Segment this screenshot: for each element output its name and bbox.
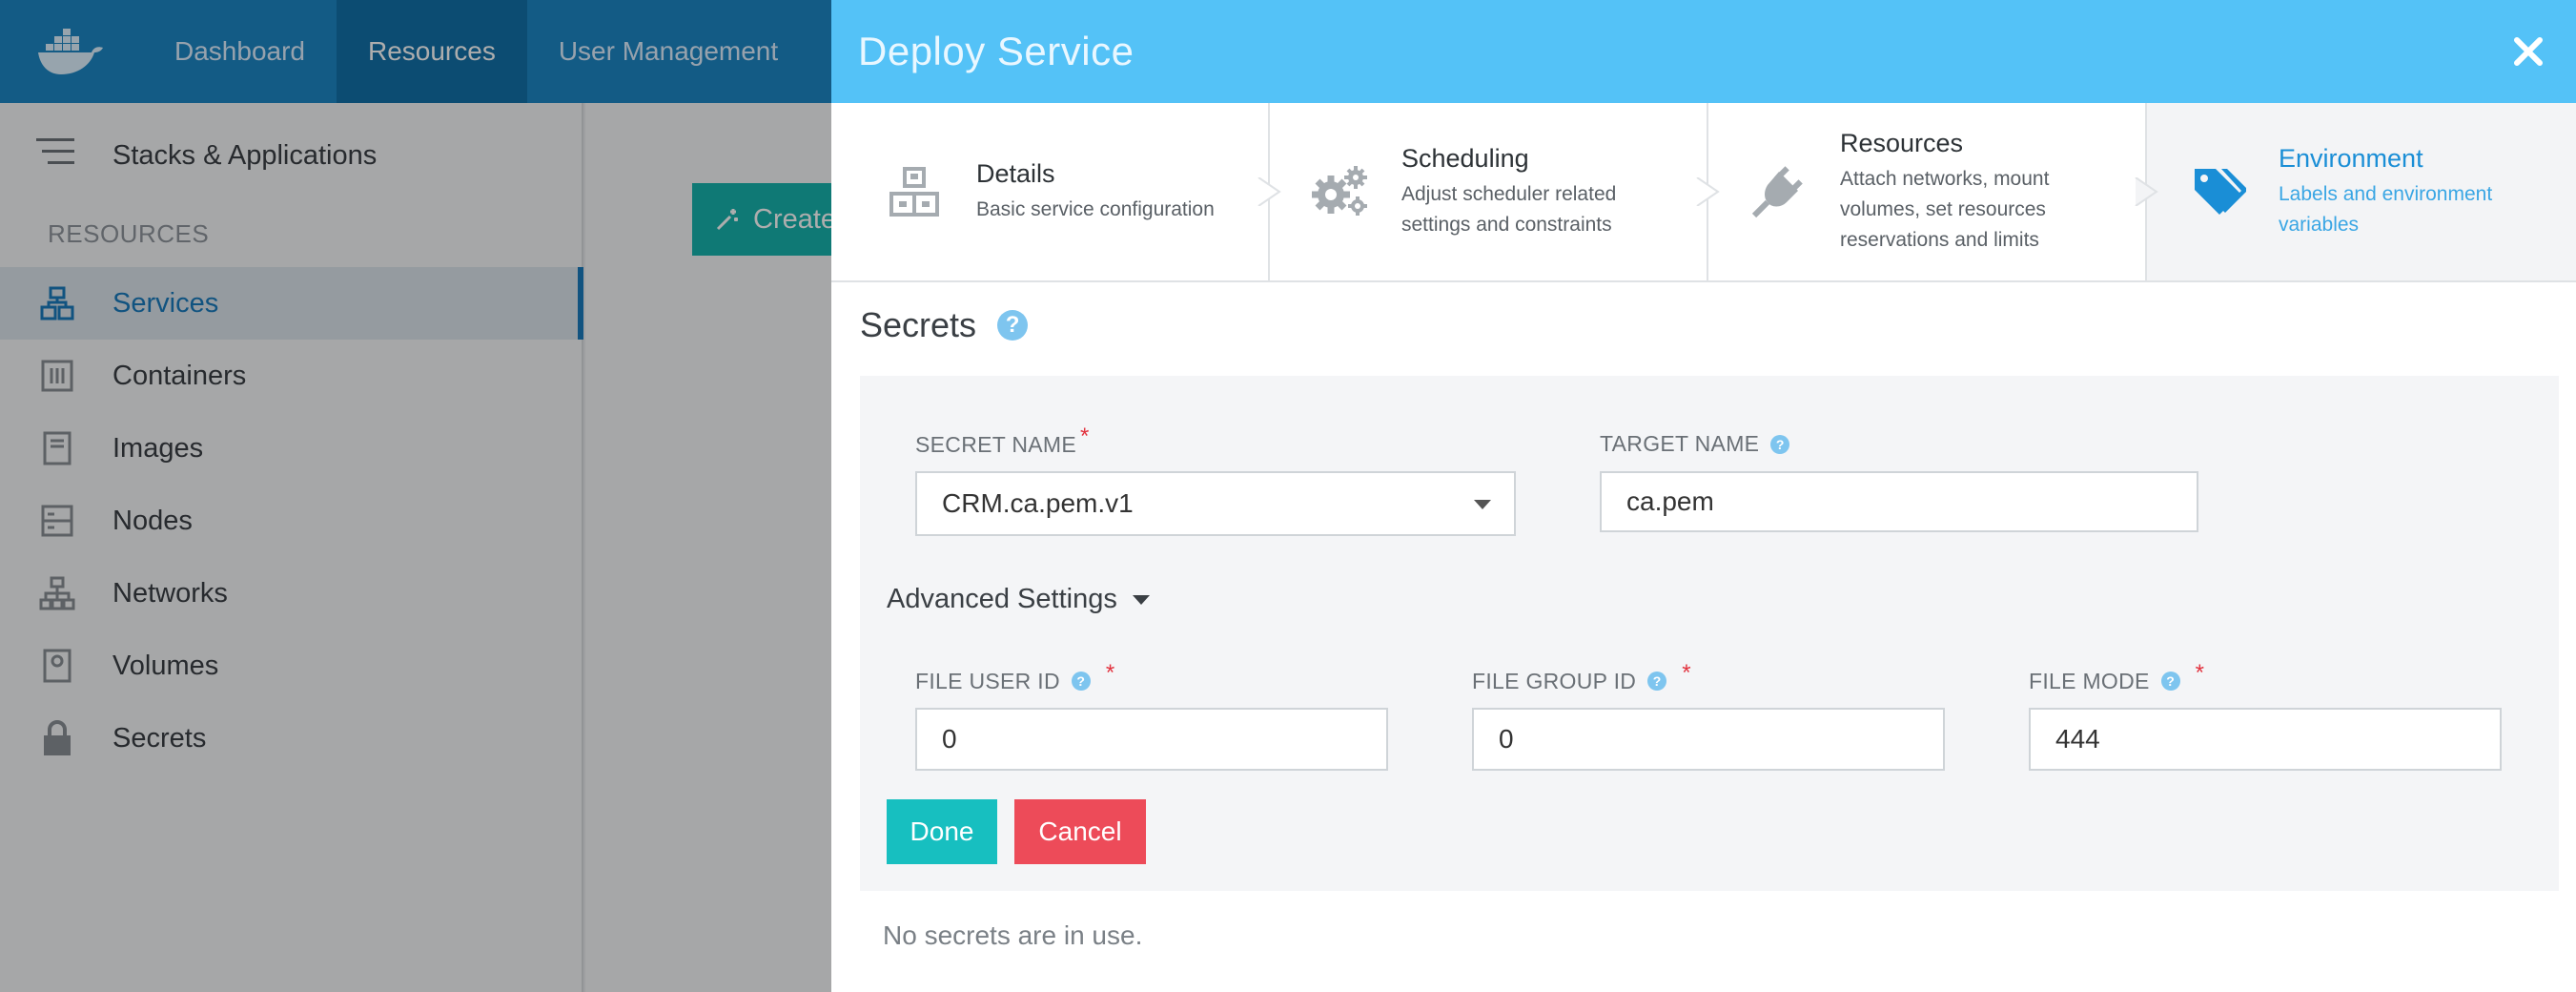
file-user-id-label: FILE USER ID ? * — [915, 660, 1115, 694]
label-text: FILE USER ID — [915, 668, 1060, 693]
label-text: TARGET NAME — [1600, 431, 1760, 456]
file-group-id-input[interactable]: 0 — [1472, 708, 1945, 771]
no-secrets-message: No secrets are in use. — [883, 920, 1143, 950]
target-name-input[interactable]: ca.pem — [1600, 471, 2198, 532]
caret-down-icon — [1132, 594, 1150, 605]
secret-name-select[interactable]: CRM.ca.pem.v1 — [915, 471, 1516, 536]
chevron-right-icon — [2135, 177, 2158, 206]
input-value: 0 — [1499, 724, 1514, 754]
tags-icon — [2187, 162, 2246, 221]
gears-icon — [1310, 162, 1369, 221]
required-mark: * — [1105, 660, 1115, 686]
done-button[interactable]: Done — [887, 799, 997, 864]
label-text: SECRET NAME — [915, 431, 1077, 457]
step-title: Details — [976, 158, 1055, 188]
deploy-service-modal: Deploy Service Details Basic service con… — [831, 0, 2576, 992]
required-mark: * — [1080, 424, 1090, 449]
step-resources[interactable]: Resources Attach networks, mount volumes… — [1708, 103, 2158, 280]
step-description: Adjust scheduler related settings and co… — [1401, 182, 1617, 236]
input-value: ca.pem — [1626, 486, 1714, 516]
required-mark: * — [1682, 660, 1691, 686]
plug-icon — [1748, 162, 1808, 221]
file-group-id-label: FILE GROUP ID ? * — [1472, 660, 1691, 694]
help-icon[interactable]: ? — [997, 310, 1029, 341]
required-mark: * — [2195, 660, 2205, 686]
input-value: 0 — [942, 724, 957, 754]
input-value: 444 — [2055, 724, 2100, 754]
secret-name-label: SECRET NAME * — [915, 424, 1090, 458]
modal-backdrop[interactable] — [0, 0, 831, 992]
help-icon[interactable]: ? — [1647, 672, 1667, 691]
help-icon[interactable]: ? — [1071, 672, 1091, 691]
file-mode-input[interactable]: 444 — [2029, 708, 2502, 771]
help-icon[interactable]: ? — [1770, 434, 1790, 454]
modal-header: Deploy Service — [831, 0, 2576, 103]
chevron-right-icon — [1696, 177, 1720, 206]
close-icon[interactable] — [2507, 31, 2549, 72]
step-title: Resources — [1840, 128, 1964, 157]
chevron-down-icon — [1474, 500, 1491, 509]
wizard-steps: Details Basic service configuration Sche… — [831, 103, 2576, 282]
step-description: Labels and environment variables — [2279, 182, 2493, 236]
chevron-right-icon — [1257, 177, 1281, 206]
step-description: Attach networks, mount volumes, set reso… — [1840, 167, 2050, 251]
select-value: CRM.ca.pem.v1 — [942, 488, 1134, 518]
secret-form-panel: SECRET NAME * CRM.ca.pem.v1 TARGET NAME … — [860, 376, 2559, 891]
cancel-button[interactable]: Cancel — [1014, 799, 1146, 864]
label-text: FILE MODE — [2029, 668, 2150, 693]
secrets-section-title: Secrets ? — [860, 305, 1029, 345]
step-title: Scheduling — [1401, 143, 1529, 173]
modal-title: Deploy Service — [858, 29, 1135, 73]
advanced-settings-toggle[interactable]: Advanced Settings — [887, 584, 1150, 615]
step-environment[interactable]: Environment Labels and environment varia… — [2147, 103, 2576, 280]
advanced-label: Advanced Settings — [887, 584, 1117, 614]
step-description: Basic service configuration — [976, 197, 1215, 220]
details-icon — [885, 162, 944, 221]
file-user-id-input[interactable]: 0 — [915, 708, 1388, 771]
step-scheduling[interactable]: Scheduling Adjust scheduler related sett… — [1270, 103, 1720, 280]
step-title: Environment — [2279, 143, 2423, 173]
step-details[interactable]: Details Basic service configuration — [831, 103, 1281, 280]
target-name-label: TARGET NAME ? — [1600, 431, 1790, 457]
file-mode-label: FILE MODE ? * — [2029, 660, 2204, 694]
label-text: FILE GROUP ID — [1472, 668, 1637, 693]
section-title-label: Secrets — [860, 305, 977, 344]
help-icon[interactable]: ? — [2160, 672, 2180, 691]
